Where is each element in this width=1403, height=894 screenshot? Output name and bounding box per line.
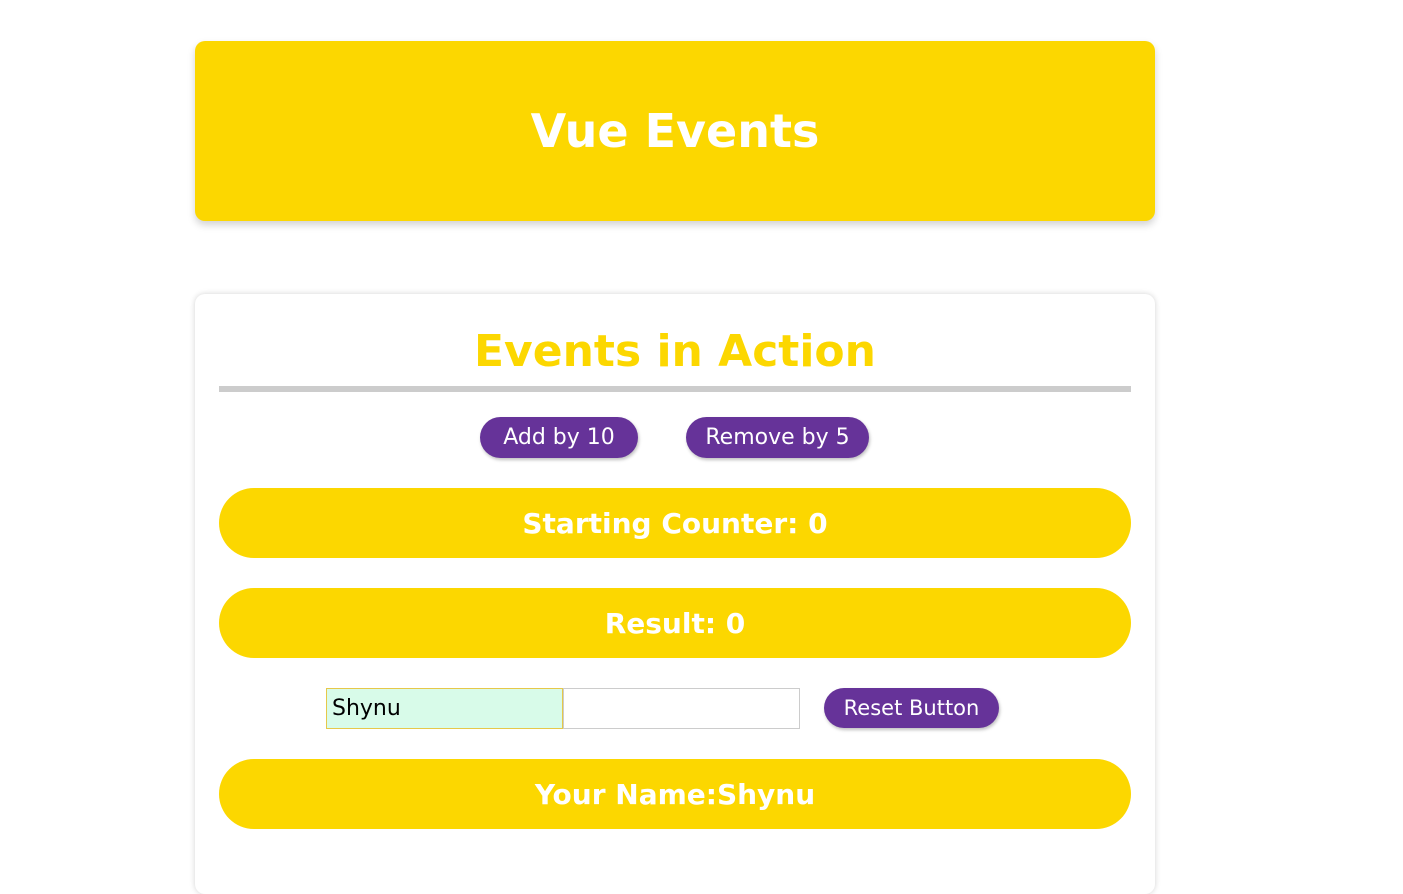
add-by-10-button[interactable]: Add by 10 <box>480 417 638 458</box>
name-input[interactable] <box>326 688 563 729</box>
page-title: Vue Events <box>530 104 820 158</box>
remove-by-5-button[interactable]: Remove by 5 <box>686 417 869 458</box>
page-header: Vue Events <box>195 41 1155 221</box>
card-title: Events in Action <box>474 326 876 377</box>
your-name-display: Your Name:Shynu <box>219 759 1131 829</box>
starting-counter-display: Starting Counter: 0 <box>219 488 1131 558</box>
second-input[interactable] <box>563 688 800 729</box>
reset-button[interactable]: Reset Button <box>824 688 999 728</box>
title-divider <box>219 386 1131 392</box>
result-display: Result: 0 <box>219 588 1131 658</box>
events-card: Events in Action Add by 10 Remove by 5 S… <box>195 294 1155 894</box>
